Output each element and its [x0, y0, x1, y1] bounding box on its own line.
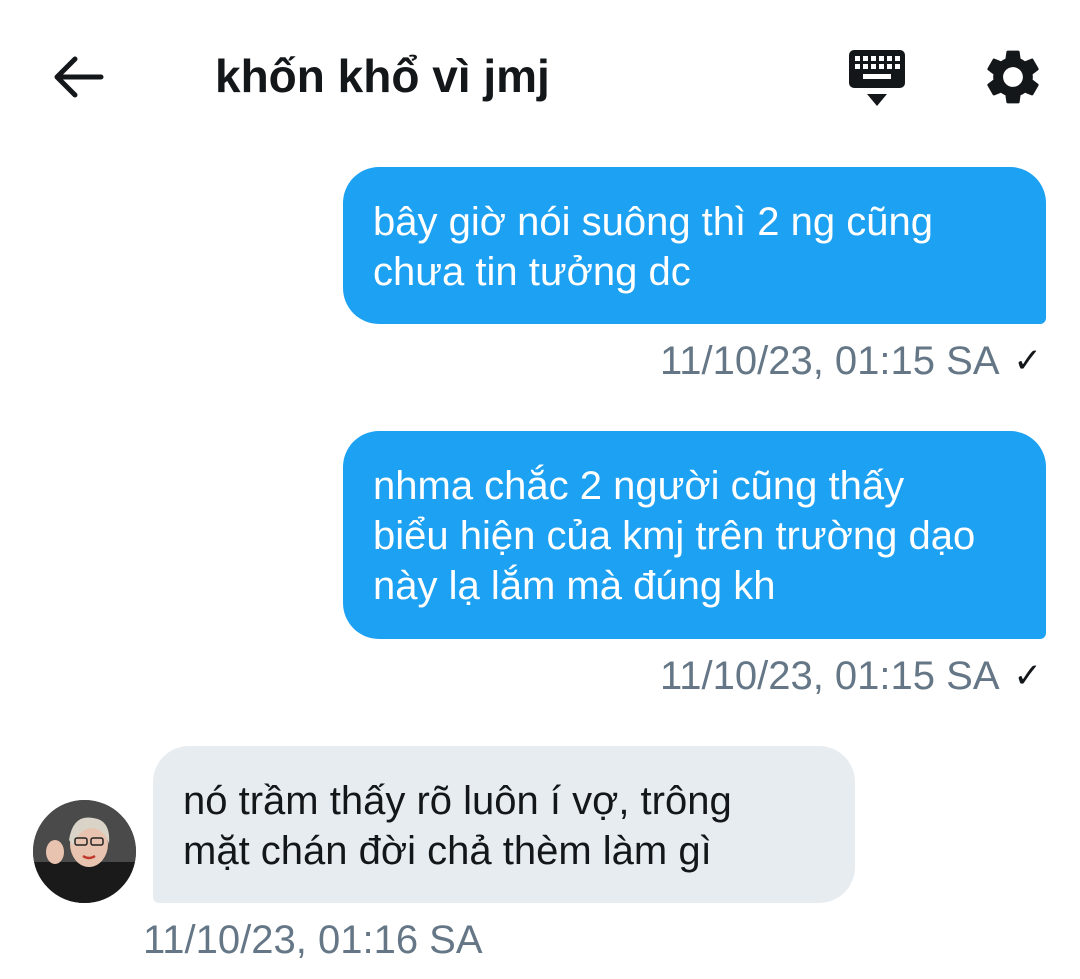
sent-check-icon: ✓ — [1013, 342, 1043, 380]
back-button[interactable] — [50, 50, 108, 104]
arrow-left-icon — [54, 56, 104, 98]
incoming-message-bubble[interactable]: nó trầm thấy rõ luôn í vợ, trông mặt chá… — [153, 746, 855, 903]
keyboard-icon — [849, 50, 905, 106]
keyboard-button[interactable] — [843, 46, 911, 110]
message-meta: 11/10/23, 01:15 SA ✓ — [660, 336, 1042, 386]
conversation-title: khốn khổ vì jmj — [215, 50, 550, 102]
conversation-header: khốn khổ vì jmj — [0, 0, 1080, 150]
message-meta: 11/10/23, 01:15 SA ✓ — [660, 651, 1042, 701]
sender-avatar[interactable] — [33, 800, 136, 903]
message-timestamp: 11/10/23, 01:15 SA — [659, 339, 1000, 383]
message-timestamp: 11/10/23, 01:15 SA — [659, 654, 1000, 698]
settings-button[interactable] — [980, 44, 1046, 110]
sent-check-icon: ✓ — [1013, 657, 1043, 695]
outgoing-message-bubble[interactable]: nhma chắc 2 người cũng thấy biểu hiện củ… — [343, 431, 1046, 639]
message-timestamp: 11/10/23, 01:16 SA — [143, 918, 483, 962]
gear-icon — [987, 50, 1039, 104]
avatar-image — [33, 800, 136, 903]
outgoing-message-bubble[interactable]: bây giờ nói suông thì 2 ng cũng chưa tin… — [343, 167, 1046, 324]
